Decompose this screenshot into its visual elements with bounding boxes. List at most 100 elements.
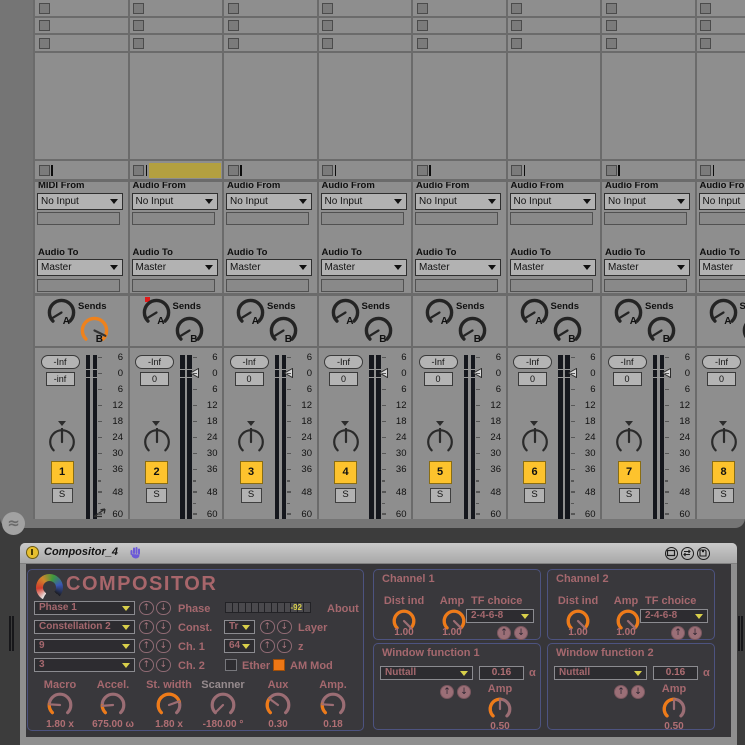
st-width-value[interactable]: 1.80 x [141, 719, 197, 730]
tf-choice-select[interactable]: 2-4-6-8 [466, 609, 534, 624]
macro-knob[interactable] [46, 691, 74, 719]
amp-value[interactable]: 0.18 [305, 719, 361, 730]
layer-up-button[interactable]: ↑ [260, 620, 275, 635]
aux-knob[interactable] [264, 691, 292, 719]
clip-stop-button[interactable] [606, 20, 617, 31]
output-channel-box[interactable] [699, 279, 745, 292]
dist-ind-value[interactable]: 1.00 [550, 627, 606, 638]
ether-checkbox[interactable] [225, 659, 237, 671]
show-banks-button[interactable] [665, 547, 678, 560]
input-channel-box[interactable] [37, 212, 120, 225]
pan-knob[interactable] [426, 428, 454, 456]
phase-down-button[interactable]: ↓ [156, 601, 171, 616]
clip-stop-button[interactable] [700, 3, 711, 14]
track-stop-button[interactable] [606, 165, 617, 176]
alpha-value-box[interactable]: 0.16 [479, 666, 524, 681]
wf-amp-knob[interactable] [661, 696, 687, 722]
clip-stop-button[interactable] [228, 38, 239, 49]
input-channel-box[interactable] [132, 212, 215, 225]
clip-stop-button[interactable] [39, 20, 50, 31]
input-select[interactable]: No Input [132, 193, 218, 210]
input-channel-box[interactable] [604, 212, 687, 225]
pan-knob[interactable] [237, 428, 265, 456]
selected-scene-slot[interactable] [149, 163, 221, 178]
pan-knob[interactable] [710, 428, 738, 456]
solo-button[interactable]: S [524, 488, 545, 503]
clip-stop-button[interactable] [417, 3, 428, 14]
output-channel-box[interactable] [37, 279, 120, 292]
output-select[interactable]: Master [604, 259, 690, 276]
clip-stop-button[interactable] [133, 3, 144, 14]
send-b-knob[interactable]: B [457, 315, 488, 346]
amp-knob[interactable] [319, 691, 347, 719]
save-preset-button[interactable] [697, 547, 710, 560]
volume-value-box[interactable]: 0 [518, 372, 547, 386]
phase-up-button[interactable]: ↑ [139, 601, 154, 616]
track-activator-button[interactable]: 2 [145, 461, 168, 484]
input-channel-box[interactable] [321, 212, 404, 225]
clip-stop-button[interactable] [511, 3, 522, 14]
send-a-knob[interactable]: A [330, 297, 361, 328]
peak-level-display[interactable]: -Inf [135, 355, 174, 369]
window-function-select[interactable]: Nuttall [380, 666, 473, 681]
tf-down-button[interactable]: ↓ [688, 626, 702, 640]
volume-value-box[interactable]: 0 [424, 372, 453, 386]
peak-level-display[interactable]: -Inf [419, 355, 458, 369]
device-title-bar[interactable]: Compositor_4 [20, 543, 737, 564]
send-b-knob[interactable]: B [79, 315, 110, 346]
layer-select[interactable]: Tr [224, 620, 255, 635]
clip-stop-button[interactable] [322, 20, 333, 31]
track-activator-button[interactable]: 1 [51, 461, 74, 484]
wf-down-button[interactable]: ↓ [457, 685, 471, 699]
solo-button[interactable]: S [146, 488, 167, 503]
output-channel-box[interactable] [226, 279, 309, 292]
output-channel-box[interactable] [321, 279, 404, 292]
output-select[interactable]: Master [510, 259, 596, 276]
clip-stop-button[interactable] [133, 20, 144, 31]
track-activator-button[interactable]: 8 [712, 461, 735, 484]
peak-level-display[interactable]: -Inf [230, 355, 269, 369]
track-stop-button[interactable] [228, 165, 239, 176]
channel-amp-value[interactable]: 1.00 [430, 627, 474, 638]
input-select[interactable]: No Input [37, 193, 123, 210]
input-select[interactable]: No Input [415, 193, 501, 210]
layer-down-button[interactable]: ↓ [277, 620, 292, 635]
send-b-knob[interactable]: B [741, 315, 745, 346]
track-stop-button[interactable] [700, 165, 711, 176]
clip-stop-button[interactable] [700, 20, 711, 31]
constellation-down-button[interactable]: ↓ [156, 620, 171, 635]
wf-down-button[interactable]: ↓ [631, 685, 645, 699]
clip-stop-button[interactable] [417, 38, 428, 49]
track-activator-button[interactable]: 5 [429, 461, 452, 484]
track-activator-button[interactable]: 6 [523, 461, 546, 484]
ch2-down-button[interactable]: ↓ [156, 658, 171, 673]
pan-knob[interactable] [48, 428, 76, 456]
input-select[interactable]: No Input [226, 193, 312, 210]
send-a-knob[interactable]: A [424, 297, 455, 328]
send-b-knob[interactable]: B [363, 315, 394, 346]
accel-knob[interactable] [99, 691, 127, 719]
z-select[interactable]: 64 [224, 639, 255, 654]
pan-knob[interactable] [143, 428, 171, 456]
clip-stop-button[interactable] [322, 3, 333, 14]
dist-ind-value[interactable]: 1.00 [376, 627, 432, 638]
device-view-left-handle[interactable] [9, 616, 15, 651]
input-channel-box[interactable] [510, 212, 593, 225]
clip-stop-button[interactable] [322, 38, 333, 49]
output-channel-box[interactable] [132, 279, 215, 292]
ch2-up-button[interactable]: ↑ [139, 658, 154, 673]
peak-level-display[interactable]: -Inf [702, 355, 741, 369]
input-select[interactable]: No Input [510, 193, 596, 210]
send-b-knob[interactable]: B [552, 315, 583, 346]
alpha-value-box[interactable]: 0.16 [653, 666, 698, 681]
output-select[interactable]: Master [132, 259, 218, 276]
output-select[interactable]: Master [699, 259, 745, 276]
clip-stop-button[interactable] [39, 38, 50, 49]
send-a-knob[interactable]: A [613, 297, 644, 328]
macro-value[interactable]: 1.80 x [32, 719, 88, 730]
aux-value[interactable]: 0.30 [250, 719, 306, 730]
track-activator-button[interactable]: 4 [334, 461, 357, 484]
peak-level-display[interactable]: -Inf [513, 355, 552, 369]
send-a-knob[interactable]: A [46, 297, 77, 328]
track-stop-button[interactable] [39, 165, 50, 176]
